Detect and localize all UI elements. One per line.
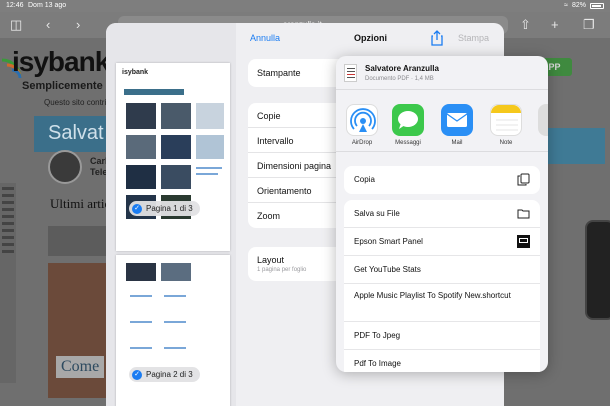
page-badge-label: Pagina 1 di 3 [146,204,193,213]
app-label: Mail [451,140,463,146]
page-preview-2[interactable] [116,255,230,406]
new-tab-icon[interactable]: + [551,17,559,33]
page-preview-1[interactable]: isybank [116,63,230,251]
banner-text: Salvat [48,122,104,144]
app-more[interactable] [534,104,548,136]
messages-icon [392,104,424,136]
pdf-to-image-row[interactable]: Pdf To Image [344,350,540,372]
action-label: Pdf To Image [354,359,401,368]
share-header: Salvatore Aranzulla Documento PDF · 1,4 … [336,56,548,90]
sidebar-icon[interactable]: ◫ [10,17,22,33]
folder-icon [517,209,530,219]
author-avatar [48,150,82,184]
copy-label: Copia [354,175,375,184]
status-right: ≈ 82% [564,2,604,9]
share-subtitle: Documento PDF · 1,4 MB [365,76,434,82]
preview-logo: isybank [122,69,149,76]
save-to-files-row[interactable]: Salva su File [344,200,540,228]
checkmark-icon: ✓ [132,369,142,380]
battery-icon [590,2,604,9]
share-title: Salvatore Aranzulla [365,64,439,73]
page-badge-2[interactable]: ✓ Pagina 2 di 3 [129,367,200,382]
copy-row[interactable]: Copia [344,166,540,194]
copies-label: Copie [257,111,281,121]
app-mail[interactable]: Mail [437,104,477,146]
copy-icon [517,173,530,186]
app-airdrop[interactable]: AirDrop [342,104,382,146]
right-banner [545,128,605,164]
app-label: Note [499,140,513,146]
share-icon[interactable]: ⇧ [520,17,531,33]
app-messages[interactable]: Messaggi [388,104,428,146]
action-label: Get YouTube Stats [354,265,421,274]
page-badge-1[interactable]: ✓ Pagina 1 di 3 [129,201,200,216]
wifi-icon: ≈ [564,2,568,9]
site-tagline: Semplicemente b [22,80,113,92]
left-news-strip [0,183,16,383]
share-icon[interactable] [430,30,444,46]
mail-icon [441,104,473,136]
action-label: Epson Smart Panel [354,237,423,246]
paper-size-label: Dimensioni pagina [257,161,332,171]
app-label: Messaggi [395,140,421,146]
tabs-icon[interactable]: ❐ [583,17,595,33]
article-image-small [48,226,108,256]
epson-icon [517,235,530,248]
status-bar: 12:46 Dom 13 ago ≈ 82% [0,0,610,12]
app-label: AirDrop [351,140,373,146]
epson-row[interactable]: Epson Smart Panel [344,228,540,256]
options-title: Opzioni [354,33,387,43]
action-label: Salva su File [354,209,400,218]
actions-group: Salva su File Epson Smart Panel Get YouT… [344,200,540,372]
share-sheet: Salvatore Aranzulla Documento PDF · 1,4 … [336,56,548,372]
share-apps-row: AirDrop Messaggi Mail Note [336,92,548,152]
app-notes[interactable]: Note [486,104,526,146]
cancel-button[interactable]: Annulla [250,33,280,43]
status-time: 12:46 [6,2,24,9]
zoom-label: Zoom [257,211,281,221]
page-badge-label: Pagina 2 di 3 [146,370,193,379]
author-banner: Salvat [34,116,114,152]
pdf-to-jpeg-row[interactable]: PDF To Jpeg [344,322,540,350]
action-label: Apple Music Playlist To Spotify New.shor… [354,291,511,300]
more-apps-icon [538,104,548,136]
print-preview-column: isybank ✓ Pagina 1 di 3 ✓ Pagina 2 di 3 [106,23,236,406]
range-label: Intervallo [257,136,294,146]
print-button[interactable]: Stampa [458,33,489,43]
action-label: PDF To Jpeg [354,331,401,340]
music-shortcut-row[interactable]: Apple Music Playlist To Spotify New.shor… [344,284,540,322]
preview-header: isybank [122,69,224,81]
copy-group: Copia [344,166,540,194]
feature-title: Come [56,356,105,378]
printer-label: Stampante [257,68,301,78]
forward-icon[interactable]: › [76,17,80,33]
battery-percent: 82% [571,2,586,9]
back-icon[interactable]: ‹ [46,17,50,33]
airdrop-icon [346,104,378,136]
checkmark-icon: ✓ [132,203,142,214]
section-title: Ultimi artic [50,196,111,211]
site-logo: isybank [12,46,110,77]
document-thumbnail [344,64,357,82]
print-nav-bar: Annulla Opzioni Stampa [236,23,504,53]
notes-icon [490,104,522,136]
phone-image [585,220,610,320]
orientation-label: Orientamento [257,186,312,196]
status-date: Dom 13 ago [28,2,67,9]
author-name: Carl Tele [90,156,108,177]
notice-text: Questo sito contri [44,98,107,107]
youtube-stats-row[interactable]: Get YouTube Stats [344,256,540,284]
